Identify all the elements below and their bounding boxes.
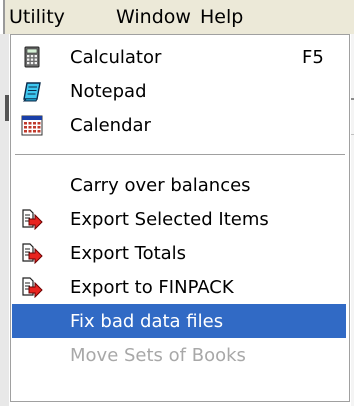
menu-item-notepad[interactable]: Notepad — [12, 74, 348, 108]
background-window-left — [0, 34, 9, 406]
menu-bar-separator — [3, 0, 5, 34]
menu-item-label: Calculator — [70, 47, 162, 68]
menu-help[interactable]: Help — [200, 0, 243, 34]
background-marker — [5, 95, 9, 121]
notepad-icon — [21, 80, 43, 102]
menu-item-label: Export Selected Items — [70, 209, 269, 230]
menu-item-label: Notepad — [70, 81, 147, 102]
calendar-icon — [21, 114, 43, 136]
menu-item-calculator[interactable]: Calculator F5 — [12, 40, 348, 74]
menu-item-carry-over-balances[interactable]: Carry over balances — [12, 168, 348, 202]
menu-item-label: Export Totals — [70, 243, 187, 264]
menu-item-calendar[interactable]: Calendar — [12, 108, 348, 142]
export-arrow-icon — [21, 242, 43, 265]
menu-item-move-sets-of-books: Move Sets of Books — [12, 338, 348, 372]
menu-item-export-totals[interactable]: Export Totals — [12, 236, 348, 270]
export-arrow-icon — [21, 208, 43, 231]
menu-utility[interactable]: Utility — [7, 0, 103, 34]
menu-item-label: Carry over balances — [70, 175, 251, 196]
utility-dropdown-menu: Calculator F5 Notepad Calendar Carry ove… — [10, 34, 350, 402]
menu-item-export-to-finpack[interactable]: Export to FINPACK — [12, 270, 348, 304]
menu-window[interactable]: Window — [116, 0, 191, 34]
calculator-icon — [21, 46, 43, 68]
menu-item-label: Move Sets of Books — [70, 345, 246, 366]
menu-item-label: Fix bad data files — [70, 311, 224, 332]
menu-item-label: Export to FINPACK — [70, 277, 234, 298]
menu-item-fix-bad-data-files[interactable]: Fix bad data files — [12, 304, 346, 338]
menu-divider — [15, 154, 345, 158]
menu-item-label: Calendar — [70, 115, 151, 136]
export-arrow-icon — [21, 276, 43, 299]
menu-item-export-selected-items[interactable]: Export Selected Items — [12, 202, 348, 236]
menu-bar: Utility Window Help — [0, 0, 354, 34]
menu-item-shortcut: F5 — [302, 47, 324, 68]
